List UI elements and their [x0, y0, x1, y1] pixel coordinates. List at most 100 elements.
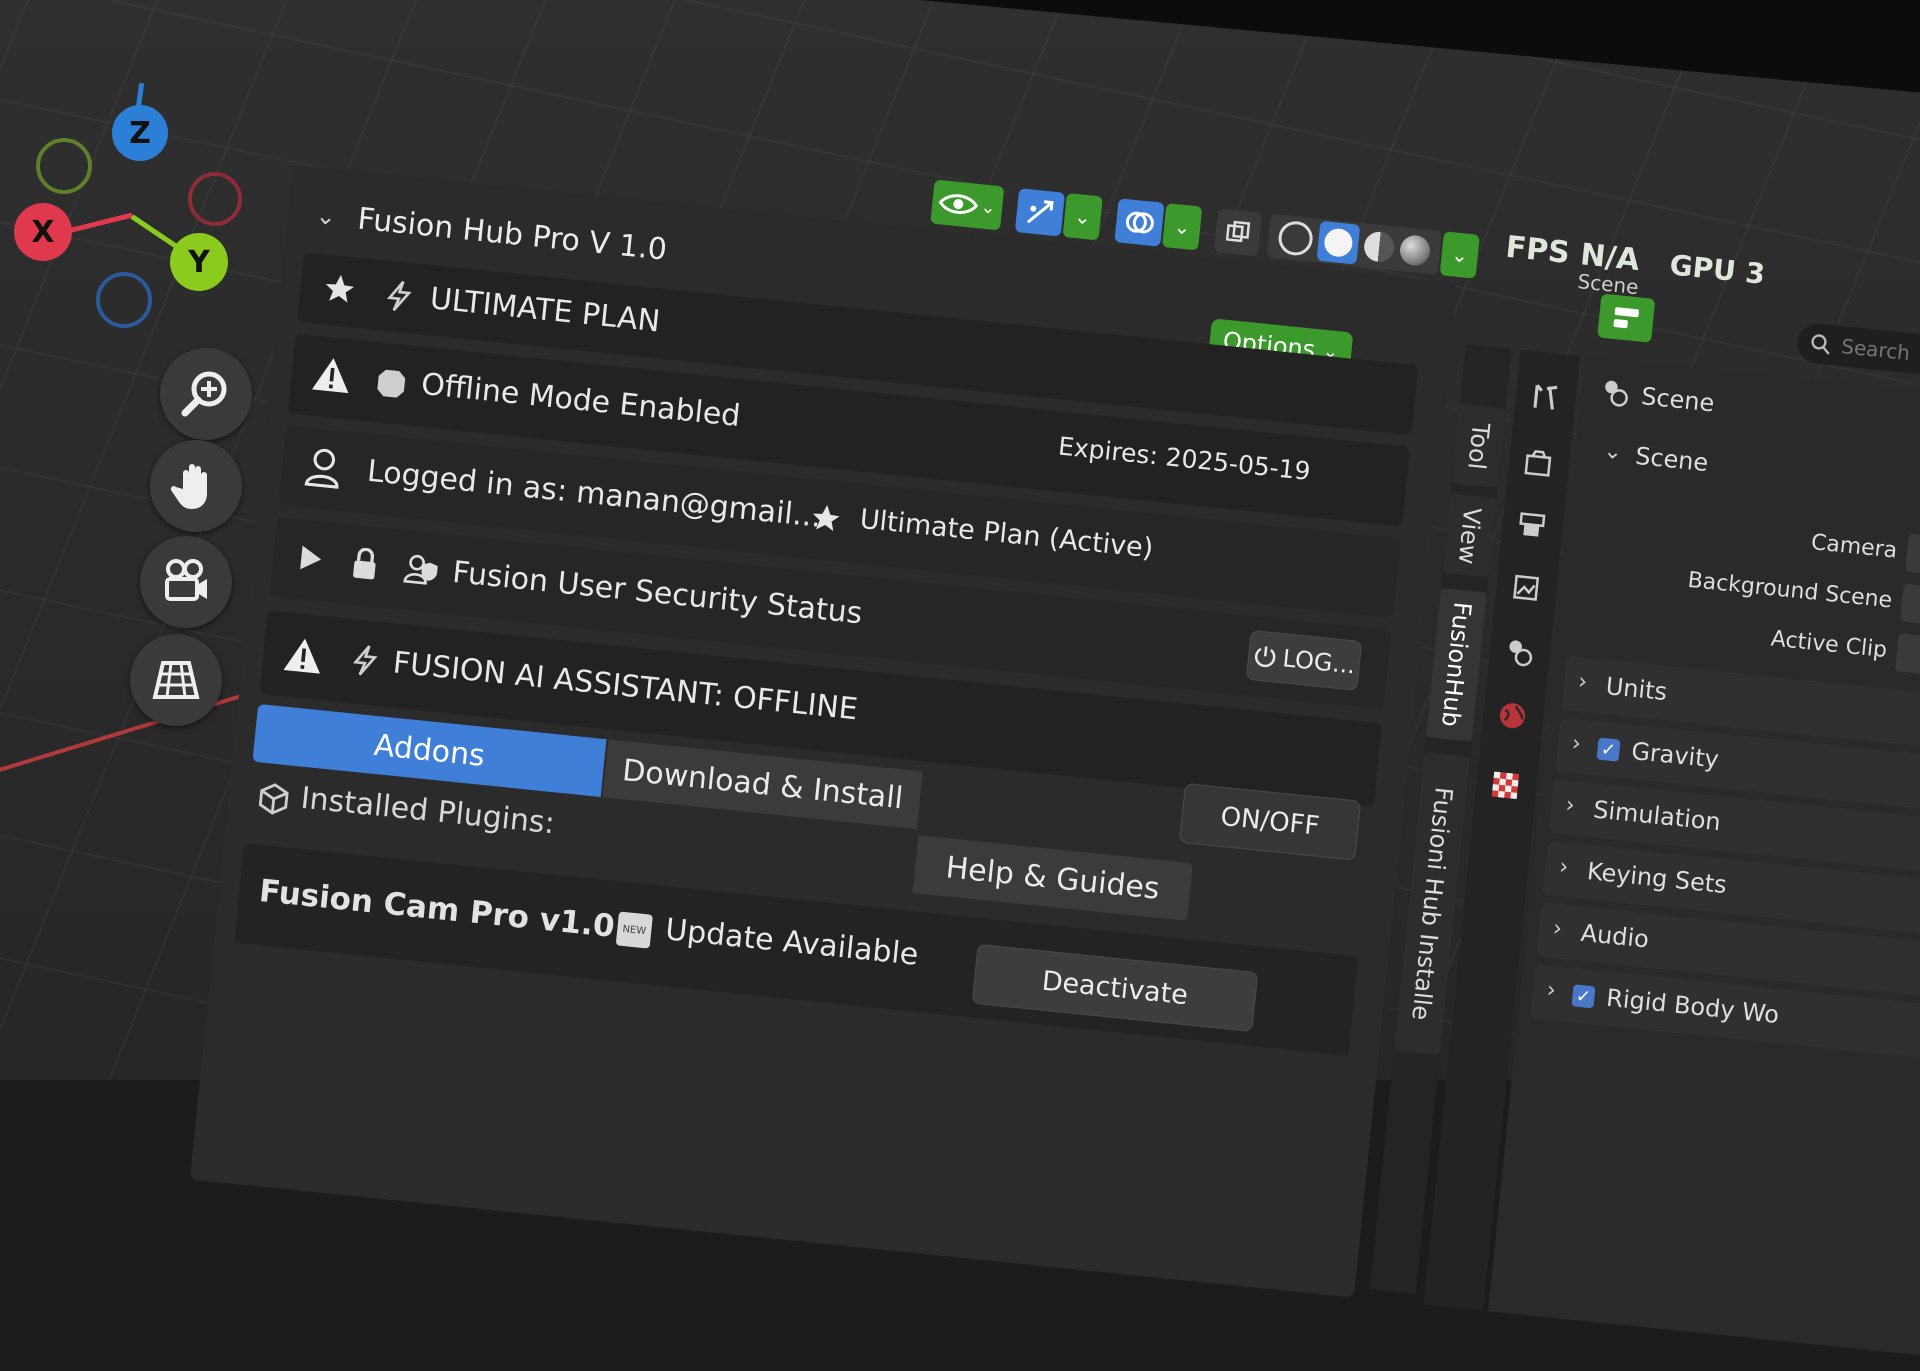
solid-shading-button[interactable] [1316, 220, 1361, 265]
security-status-label: Fusion User Security Status [450, 554, 864, 632]
search-icon [1811, 334, 1830, 355]
overlay-dropdown[interactable]: ⌄ [1162, 203, 1203, 251]
scene-section-chevron-icon[interactable]: ⌄ [1602, 439, 1623, 466]
gizmo-z-axis[interactable]: Z [112, 105, 168, 161]
gizmo-neg-x[interactable] [188, 172, 242, 226]
editor-type-dropdown[interactable] [1597, 293, 1656, 343]
gizmo-y-label: Y [188, 244, 210, 280]
sidebar-tab-view[interactable]: View [1442, 493, 1497, 578]
chevron-right-icon: › [1570, 730, 1583, 757]
rigid-body-checkbox[interactable]: ✓ [1571, 984, 1596, 1009]
overlays-icon [1125, 211, 1154, 234]
sidebar-tab-tool[interactable]: Tool [1451, 403, 1506, 489]
search-input[interactable] [1838, 332, 1920, 380]
view-layer-icon[interactable] [1509, 572, 1542, 605]
gizmo-neg-z[interactable] [96, 272, 152, 328]
chevron-right-icon: › [1545, 977, 1557, 1004]
section-keying-sets-label: Keying Sets [1585, 857, 1729, 900]
chevron-right-icon: › [1576, 669, 1589, 696]
warning-icon [282, 634, 326, 676]
editor-type-icon [1613, 307, 1639, 329]
wireframe-shading-icon[interactable] [1276, 219, 1315, 257]
offline-status-icon [374, 366, 409, 401]
logged-in-label: Logged in as: manan@gmail... [365, 453, 823, 535]
tilted-ui: ⌄ ⌄ ⌄ ⌄ FPS N/A Scene GPU 3 ⌄ Fusion Hub… [189, 95, 1920, 1368]
world-properties-icon[interactable] [1496, 699, 1529, 732]
gizmo-x-axis[interactable]: X [14, 203, 72, 261]
lock-icon [349, 547, 380, 582]
render-properties-icon[interactable] [1522, 447, 1555, 480]
logout-button[interactable]: LOG... [1245, 629, 1363, 691]
expires-label: Expires: 2025-05-19 [1056, 431, 1312, 486]
texture-properties-icon[interactable] [1489, 769, 1522, 802]
lightning-icon [350, 643, 381, 678]
section-audio-label: Audio [1579, 918, 1651, 954]
visibility-dropdown[interactable]: ⌄ [930, 179, 1005, 231]
properties-header-label: Scene [1640, 382, 1716, 418]
chevron-right-icon: › [1551, 915, 1564, 942]
plan-label: ULTIMATE PLAN [428, 281, 662, 340]
transform-gizmo-icon [1026, 200, 1054, 224]
gravity-checkbox[interactable]: ✓ [1596, 737, 1621, 762]
zoom-in-icon [181, 371, 227, 417]
star-icon [808, 501, 843, 536]
section-units-label: Units [1604, 672, 1669, 707]
sidebar-tab-tool-label: Tool [1462, 421, 1495, 471]
collapse-chevron-icon[interactable]: ⌄ [315, 201, 338, 231]
background-scene-field[interactable] [1899, 583, 1920, 626]
new-badge-icon: NEW [615, 911, 653, 949]
plan-status-label: Ultimate Plan (Active) [858, 503, 1155, 565]
camera-view-button[interactable] [140, 536, 232, 628]
fps-label: FPS [1504, 229, 1572, 272]
xray-toggle-button[interactable] [1213, 208, 1263, 257]
overlay-toggle-button[interactable] [1114, 198, 1165, 247]
tool-settings-icon[interactable] [1528, 381, 1561, 414]
tab-download-install-label: Download & Install [620, 752, 905, 816]
update-available-label: Update Available [663, 912, 920, 973]
output-properties-icon[interactable] [1515, 508, 1548, 541]
tab-help-guides-label: Help & Guides [944, 849, 1162, 907]
sidebar-tab-view-label: View [1452, 505, 1487, 566]
offline-label: Offline Mode Enabled [419, 366, 742, 435]
camera-field-label: Camera [1809, 530, 1899, 564]
lightning-icon [384, 279, 415, 314]
sidebar-tab-fusionhub-label: FusionHub [1436, 601, 1477, 729]
shading-dropdown[interactable]: ⌄ [1439, 231, 1480, 279]
gpu-label: GPU 3 [1668, 248, 1767, 291]
gizmo-y-axis[interactable]: Y [170, 233, 228, 291]
active-clip-field[interactable] [1894, 633, 1920, 676]
gizmo-dropdown[interactable]: ⌄ [1062, 193, 1103, 241]
power-icon [1254, 646, 1275, 668]
grid-icon [152, 661, 200, 699]
scene-properties-icon[interactable] [1503, 636, 1536, 669]
chevron-down-icon: ⌄ [979, 195, 997, 219]
chevron-down-icon: ⌄ [1450, 242, 1470, 268]
ai-toggle-label: ON/OFF [1219, 801, 1321, 842]
sidebar-tab-fusionhub[interactable]: FusionHub [1425, 587, 1487, 742]
deactivate-button[interactable]: Deactivate [971, 943, 1259, 1033]
chevron-down-icon: ⌄ [1073, 203, 1093, 230]
gizmo-neg-y[interactable] [36, 138, 92, 194]
plugin-name: Fusion Cam Pro v1.0 [257, 873, 617, 945]
scene-icon [1598, 376, 1631, 409]
tab-addons-label: Addons [372, 727, 487, 774]
panel-title: Fusion Hub Pro V 1.0 [355, 201, 669, 268]
rendered-shading-icon[interactable] [1398, 234, 1432, 267]
expand-triangle-icon[interactable] [300, 545, 322, 572]
logout-label: LOG... [1281, 644, 1357, 680]
gizmo-toggle-button[interactable] [1014, 188, 1066, 237]
camera-field[interactable] [1905, 533, 1920, 576]
gizmo-x-label: X [31, 214, 55, 250]
star-icon [321, 270, 358, 307]
background-scene-field-label: Background Scene [1686, 567, 1894, 614]
ortho-toggle-button[interactable] [130, 634, 222, 726]
user-icon [303, 445, 345, 489]
search-field[interactable] [1795, 321, 1920, 388]
user-shield-icon [403, 552, 440, 587]
fusion-hub-panel: ⌄ Fusion Hub Pro V 1.0 Options ⌄ ULTIMATE… [189, 164, 1457, 1298]
zoom-button[interactable] [160, 348, 252, 440]
chevron-down-icon: ⌄ [1172, 214, 1192, 240]
pan-button[interactable] [150, 440, 242, 532]
section-rigid-body-label: Rigid Body Wo [1605, 983, 1781, 1030]
material-shading-icon[interactable] [1362, 230, 1396, 264]
